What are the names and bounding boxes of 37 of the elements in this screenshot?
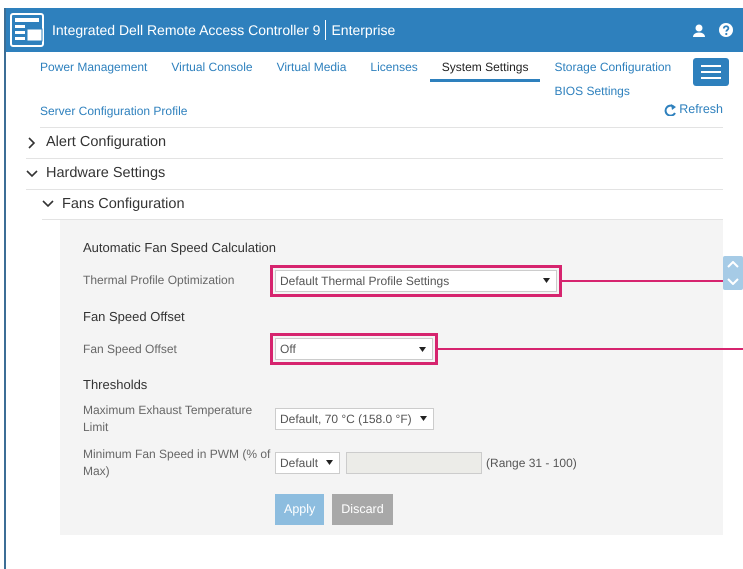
nav-tab[interactable]: System Settings <box>430 52 540 82</box>
dropdown[interactable]: Default, 70 °C (158.0 °F) <box>275 408 434 430</box>
group-heading: Automatic Fan Speed Calculation <box>83 239 277 258</box>
field-label: Thermal Profile Optimization <box>83 272 236 290</box>
chevron-up-icon <box>727 261 739 268</box>
nav-tab[interactable]: Virtual Media <box>276 52 346 82</box>
user-icon[interactable] <box>693 24 705 36</box>
caret-icon <box>419 346 426 352</box>
chevron-down-icon <box>26 168 38 180</box>
menu-button[interactable] <box>693 58 729 86</box>
dropdown[interactable]: Default <box>275 452 340 474</box>
group-heading: Thresholds <box>83 376 148 394</box>
nav-tab[interactable]: Virtual Console <box>171 52 253 82</box>
edition-label: Enterprise <box>331 20 396 40</box>
server-logo-icon <box>10 13 44 47</box>
product-title: Integrated Dell Remote Access Controller 9 <box>52 20 320 40</box>
section-header[interactable]: Alert Configuration <box>26 128 723 159</box>
nav-tab[interactable]: Storage Configuration <box>554 52 672 82</box>
caret-icon <box>326 460 334 466</box>
field-label: Maximum Exhaust Temperature Limit <box>83 402 254 436</box>
help-icon[interactable] <box>719 23 733 37</box>
dropdown[interactable]: Off <box>275 338 433 360</box>
caret-icon <box>543 278 550 284</box>
nav-tab[interactable]: Power Management <box>40 52 148 82</box>
menu-icon <box>701 65 721 79</box>
chevron-right-icon <box>26 136 38 149</box>
range-hint: (Range 31 - 100) <box>486 454 577 472</box>
nav-tab[interactable]: Server Configuration Profile <box>40 96 188 127</box>
caret-icon <box>420 416 427 422</box>
group-heading: Fan Speed Offset <box>83 308 186 326</box>
refresh-icon <box>664 104 676 116</box>
nav-tab[interactable]: Licenses <box>370 52 418 82</box>
field-label: Minimum Fan Speed in PWM (% of Max) <box>83 446 272 480</box>
field-label: Fan Speed Offset <box>83 340 178 358</box>
section-header[interactable]: Hardware Settings <box>26 158 723 190</box>
chevron-down-icon <box>727 278 739 285</box>
dropdown[interactable]: Default Thermal Profile Settings <box>275 270 557 292</box>
